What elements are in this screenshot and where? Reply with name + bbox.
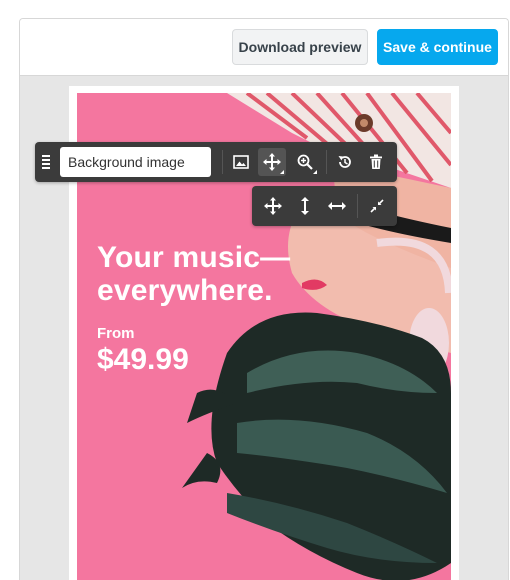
save-continue-button[interactable]: Save & continue [377,29,498,65]
layer-name-input[interactable] [60,147,211,177]
image-icon[interactable] [227,148,255,176]
headline-line-1: Your music— [97,241,291,274]
toolbar-divider [357,194,358,218]
price-label[interactable]: $49.99 [97,343,189,377]
image-toolbar [35,142,397,182]
move-vertical-icon[interactable] [291,192,319,220]
download-preview-button[interactable]: Download preview [232,29,368,65]
editor-panel: Download preview Save & continue Your mu… [19,18,509,580]
move-both-icon[interactable] [259,192,287,220]
toolbar-divider [326,150,327,174]
move-horizontal-icon[interactable] [323,192,351,220]
from-label[interactable]: From [97,325,135,342]
trash-icon[interactable] [362,148,390,176]
headline-line-2: everywhere. [97,274,273,307]
move-options-toolbar [252,186,397,226]
zoom-icon[interactable] [291,148,319,176]
reset-icon[interactable] [331,148,359,176]
shrink-icon[interactable] [363,192,391,220]
toolbar-divider [222,150,223,174]
ad-headline[interactable]: Your music— everywhere. [97,241,317,307]
move-icon[interactable] [258,148,286,176]
drag-handle-icon[interactable] [41,153,51,171]
header-bar: Download preview Save & continue [20,19,508,76]
